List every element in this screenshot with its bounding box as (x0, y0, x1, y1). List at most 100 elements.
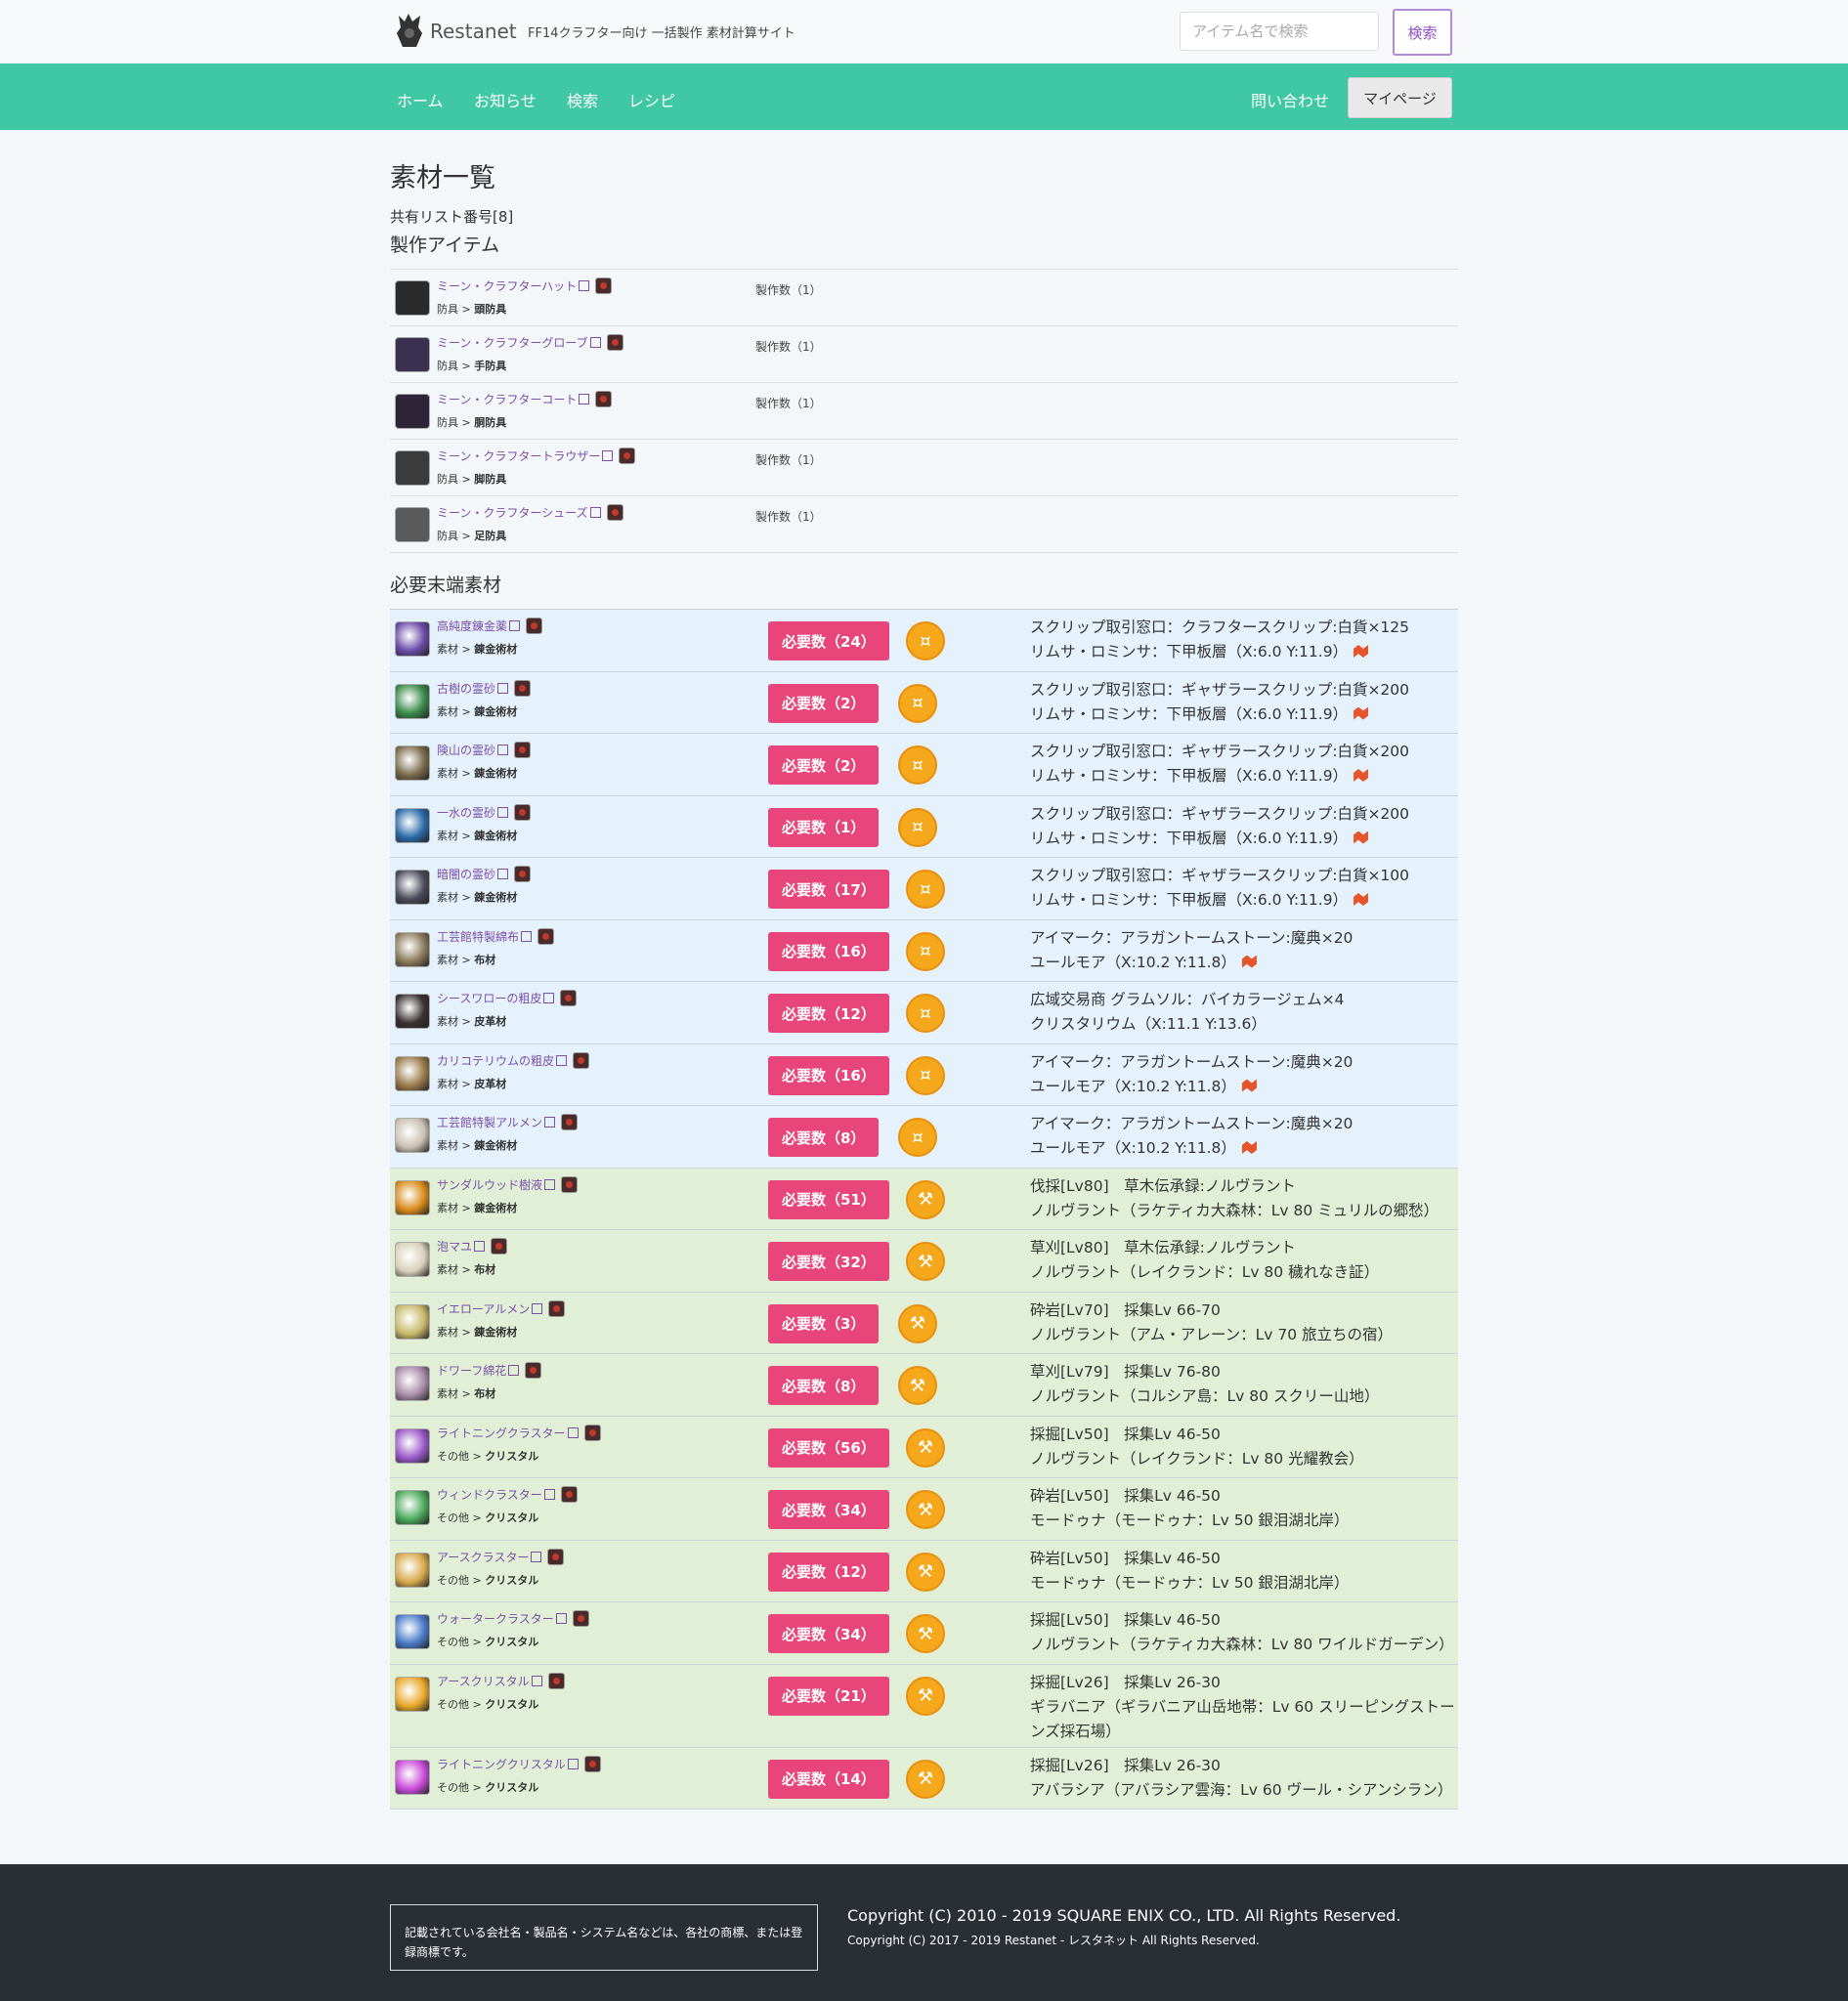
search-input[interactable] (1180, 12, 1379, 51)
nav-news[interactable]: お知らせ (474, 88, 537, 111)
coin-bag-icon[interactable]: ¤ (906, 870, 945, 909)
map-icon[interactable] (1354, 830, 1369, 844)
coin-bag-icon[interactable]: ¤ (906, 931, 945, 971)
required-count-button[interactable]: 必要数（12） (768, 994, 889, 1033)
database-link-icon[interactable] (606, 504, 623, 521)
required-count-button[interactable]: 必要数（51） (768, 1179, 889, 1219)
coin-bag-icon[interactable]: ¤ (898, 1118, 937, 1157)
required-count-button[interactable]: 必要数（34） (768, 1614, 889, 1653)
item-name-link[interactable]: ミーン・クラフターハット (437, 277, 613, 294)
nav-contact[interactable]: 問い合わせ (1251, 88, 1329, 111)
map-icon[interactable] (1241, 1141, 1257, 1154)
item-name-link[interactable]: カリコテリウムの粗皮 (437, 1051, 590, 1069)
map-icon[interactable] (1354, 893, 1369, 906)
nav-search[interactable]: 検索 (567, 88, 598, 111)
database-link-icon[interactable] (537, 927, 555, 945)
gathering-tool-icon[interactable]: ⚒ (906, 1490, 945, 1529)
database-link-icon[interactable] (619, 447, 636, 464)
gathering-tool-icon[interactable]: ⚒ (906, 1242, 945, 1281)
database-link-icon[interactable] (514, 803, 532, 821)
item-name-link[interactable]: 一水の霊砂 (437, 803, 532, 821)
required-count-button[interactable]: 必要数（16） (768, 931, 889, 971)
coin-bag-icon[interactable]: ¤ (898, 807, 937, 847)
required-count-button[interactable]: 必要数（12） (768, 1552, 889, 1592)
database-link-icon[interactable] (560, 1486, 578, 1503)
item-name-link[interactable]: 険山の霊砂 (437, 742, 532, 758)
database-link-icon[interactable] (547, 1548, 565, 1565)
gathering-tool-icon[interactable]: ⚒ (906, 1759, 945, 1799)
item-name-link[interactable]: 泡マユ (437, 1238, 508, 1255)
item-name-link[interactable]: ミーン・クラフターコート (437, 391, 613, 407)
required-count-button[interactable]: 必要数（34） (768, 1490, 889, 1529)
database-link-icon[interactable] (491, 1238, 508, 1255)
required-count-button[interactable]: 必要数（21） (768, 1676, 889, 1716)
database-link-icon[interactable] (525, 1362, 542, 1379)
item-name-link[interactable]: イエローアルメン (437, 1299, 566, 1317)
item-name-link[interactable]: 古樹の霊砂 (437, 679, 532, 697)
map-icon[interactable] (1354, 645, 1369, 658)
coin-bag-icon[interactable]: ¤ (898, 683, 937, 723)
item-name-link[interactable]: アースクリスタル (437, 1672, 565, 1689)
database-link-icon[interactable] (573, 1051, 590, 1069)
item-name-link[interactable]: サンダルウッド樹液 (437, 1175, 579, 1193)
coin-bag-icon[interactable]: ¤ (906, 994, 945, 1033)
item-name-link[interactable]: ミーン・クラフターグローブ (437, 334, 623, 351)
database-link-icon[interactable] (560, 1114, 578, 1130)
nav-home[interactable]: ホーム (397, 88, 444, 111)
item-name-link[interactable]: 高純度錬金薬 (437, 617, 543, 634)
database-link-icon[interactable] (583, 1755, 601, 1772)
map-icon[interactable] (1354, 706, 1369, 720)
required-count-button[interactable]: 必要数（8） (768, 1366, 880, 1405)
brand-link[interactable]: Restanet (393, 12, 517, 51)
database-link-icon[interactable] (514, 866, 532, 882)
nav-recipe[interactable]: レシピ (628, 88, 675, 111)
database-link-icon[interactable] (595, 277, 613, 294)
database-link-icon[interactable] (583, 1424, 601, 1441)
required-count-button[interactable]: 必要数（2） (768, 745, 880, 785)
required-count-button[interactable]: 必要数（17） (768, 870, 889, 909)
database-link-icon[interactable] (514, 679, 532, 697)
required-count-button[interactable]: 必要数（1） (768, 807, 880, 847)
required-count-button[interactable]: 必要数（8） (768, 1118, 880, 1157)
database-link-icon[interactable] (526, 617, 543, 634)
item-name-link[interactable]: 工芸館特製綿布 (437, 927, 555, 945)
item-name-link[interactable]: ドワーフ綿花 (437, 1362, 542, 1379)
coin-bag-icon[interactable]: ¤ (898, 745, 937, 785)
map-icon[interactable] (1241, 955, 1257, 968)
gathering-tool-icon[interactable]: ⚒ (906, 1614, 945, 1653)
required-count-button[interactable]: 必要数（32） (768, 1242, 889, 1281)
item-name-link[interactable]: 工芸館特製アルメン (437, 1114, 578, 1130)
database-link-icon[interactable] (561, 1175, 579, 1193)
gathering-tool-icon[interactable]: ⚒ (906, 1179, 945, 1219)
required-count-button[interactable]: 必要数（14） (768, 1759, 889, 1799)
item-name-link[interactable]: 暗闇の霊砂 (437, 866, 532, 882)
gathering-tool-icon[interactable]: ⚒ (898, 1303, 937, 1343)
item-name-link[interactable]: ミーン・クラフターシューズ (437, 504, 623, 521)
coin-bag-icon[interactable]: ¤ (906, 621, 945, 660)
gathering-tool-icon[interactable]: ⚒ (906, 1427, 945, 1468)
gathering-tool-icon[interactable]: ⚒ (906, 1552, 945, 1592)
search-button[interactable]: 検索 (1393, 9, 1452, 56)
database-link-icon[interactable] (606, 334, 623, 351)
item-name-link[interactable]: シースワローの粗皮 (437, 990, 578, 1006)
mypage-button[interactable]: マイページ (1348, 77, 1452, 118)
item-name-link[interactable]: アースクラスター (437, 1548, 565, 1565)
item-name-link[interactable]: ライトニングクリスタル (437, 1755, 601, 1772)
required-count-button[interactable]: 必要数（24） (768, 621, 889, 660)
required-count-button[interactable]: 必要数（56） (768, 1427, 889, 1468)
item-name-link[interactable]: ライトニングクラスター (437, 1424, 601, 1441)
item-name-link[interactable]: ウィンドクラスター (437, 1486, 578, 1503)
required-count-button[interactable]: 必要数（3） (768, 1303, 880, 1343)
gathering-tool-icon[interactable]: ⚒ (906, 1676, 945, 1716)
database-link-icon[interactable] (548, 1299, 566, 1317)
database-link-icon[interactable] (595, 391, 613, 407)
map-icon[interactable] (1354, 769, 1369, 782)
item-name-link[interactable]: ウォータークラスター (437, 1610, 589, 1627)
gathering-tool-icon[interactable]: ⚒ (898, 1366, 937, 1405)
required-count-button[interactable]: 必要数（16） (768, 1055, 889, 1095)
coin-bag-icon[interactable]: ¤ (906, 1055, 945, 1095)
database-link-icon[interactable] (560, 990, 578, 1006)
map-icon[interactable] (1241, 1079, 1257, 1092)
database-link-icon[interactable] (514, 742, 532, 758)
required-count-button[interactable]: 必要数（2） (768, 683, 880, 723)
